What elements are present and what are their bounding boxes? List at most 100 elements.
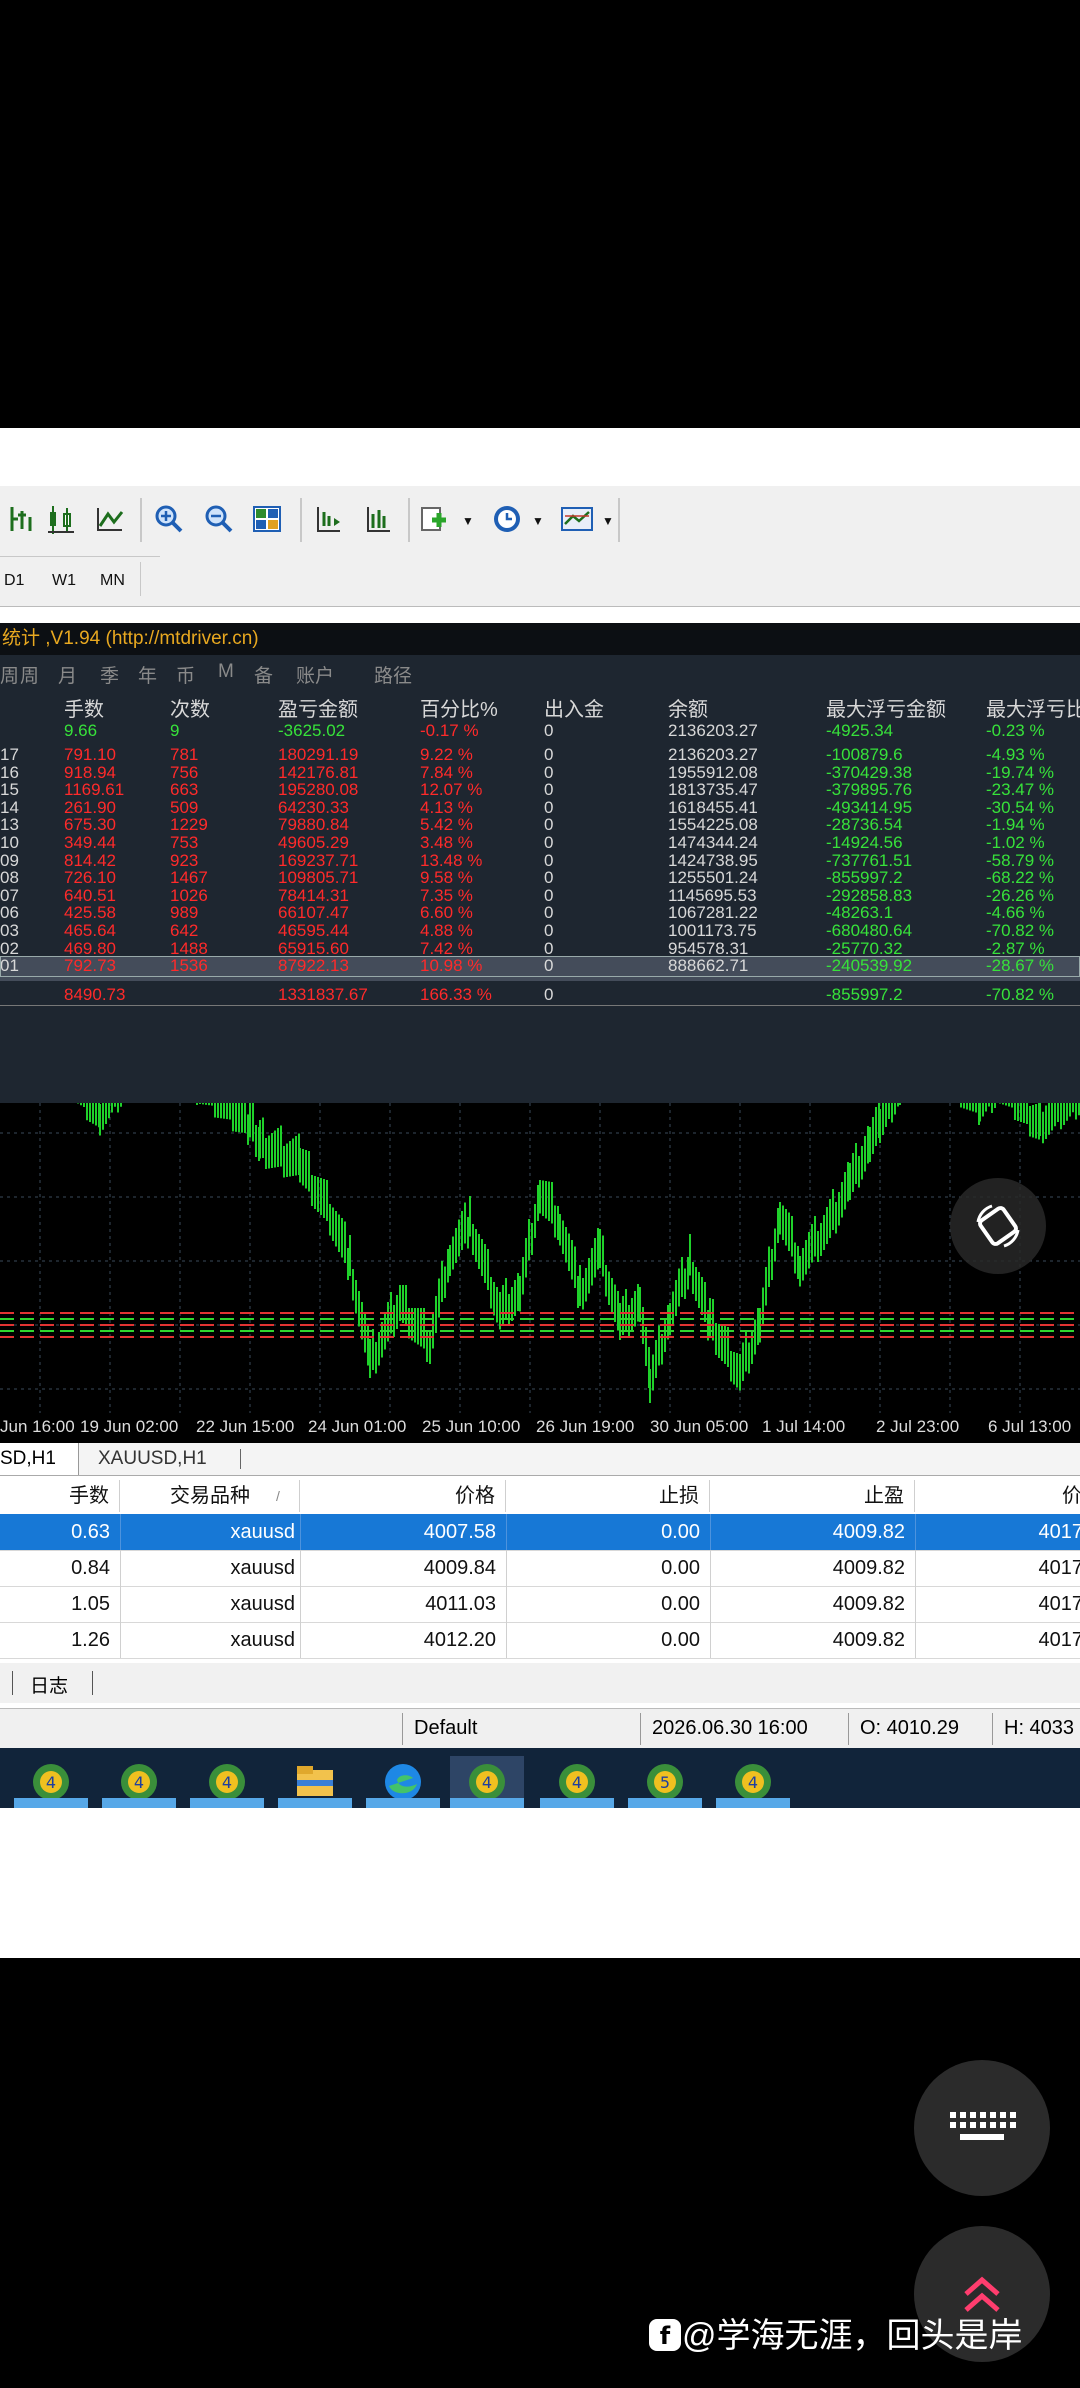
col-current[interactable]: 价 xyxy=(915,1480,1080,1512)
candlestick-icon[interactable] xyxy=(40,500,82,538)
stats-header: 盈亏金额 xyxy=(278,699,358,721)
col-lots[interactable]: 手数 xyxy=(0,1480,120,1512)
taskbar-mt4-5[interactable]: 4 xyxy=(716,1756,790,1808)
taskbar-mt4-2[interactable]: 4 xyxy=(102,1756,176,1808)
taskbar-mt4-active[interactable]: 4 xyxy=(450,1756,524,1808)
time-axis-label: 26 Jun 19:00 xyxy=(536,1417,635,1436)
tab-quarter[interactable]: 季 xyxy=(100,661,119,688)
order-cell-cur: 4017 xyxy=(1038,1629,1080,1651)
col-symbol[interactable]: 交易品种 / xyxy=(120,1480,300,1512)
line-chart-icon[interactable] xyxy=(88,500,130,538)
svg-text:5: 5 xyxy=(660,1773,670,1792)
status-high: H: 4033 xyxy=(1004,1717,1075,1739)
svg-text:4: 4 xyxy=(222,1773,232,1792)
stats-cell-pct: 166.33 % xyxy=(420,985,492,1004)
toolbar: ▼ ▼ ▼ D1 W1 MN xyxy=(0,486,1080,607)
taskbar-file-explorer[interactable] xyxy=(278,1756,352,1808)
stats-row[interactable]: 9.66 9 -3625.02 -0.17 % 0 2136203.27 -4925.34 -… xyxy=(0,721,1080,746)
templates-icon[interactable] xyxy=(556,500,598,538)
chart-tab-active[interactable]: SD,H1 xyxy=(0,1443,79,1475)
zoom-out-icon[interactable] xyxy=(198,500,240,538)
order-cell-symbol: xauusd xyxy=(230,1557,296,1579)
periodicity-clock-icon[interactable] xyxy=(486,500,528,538)
order-row[interactable]: 1.26 xauusd 4012.20 0.00 4009.82 4017 xyxy=(0,1622,1080,1659)
time-axis-label: 30 Jun 05:00 xyxy=(650,1417,749,1436)
zoom-in-icon[interactable] xyxy=(148,500,190,538)
tab-year[interactable]: 年 xyxy=(138,661,157,688)
tab-account[interactable]: 账户 xyxy=(296,661,334,688)
order-cell-lots: 0.84 xyxy=(71,1557,110,1579)
order-cell-price: 4007.58 xyxy=(423,1521,496,1543)
order-cell-cur: 4017 xyxy=(1038,1593,1080,1615)
stats-header: 最大浮亏比 xyxy=(986,699,1080,721)
stats-cell-profit: -3625.02 xyxy=(278,721,346,740)
dropdown-arrow-icon[interactable]: ▼ xyxy=(532,514,544,528)
status-open: O: 4010.29 xyxy=(860,1717,959,1739)
svg-text:4: 4 xyxy=(748,1773,758,1792)
tab-month[interactable]: 月 xyxy=(58,661,77,688)
stats-cell-lots: 9.66 xyxy=(64,721,98,740)
stats-header: 出入金 xyxy=(544,699,604,721)
order-cell-cur: 4017 xyxy=(1038,1521,1080,1543)
app-logo-icon: f xyxy=(649,2319,681,2351)
time-axis: Jun 16:00 19 Jun 02:00 22 Jun 15:00 24 Jun … xyxy=(0,1413,1080,1443)
tab-currency[interactable]: 币 xyxy=(176,661,195,688)
taskbar-edge[interactable] xyxy=(366,1756,440,1808)
taskbar-mt4-4[interactable]: 4 xyxy=(540,1756,614,1808)
stats-row[interactable]: 8490.73 1331837.67 166.33 % 0 -855997.2 -70.8… xyxy=(0,985,1080,1010)
tab-journal[interactable]: 日志 xyxy=(30,1671,68,1698)
indicators-icon[interactable] xyxy=(416,500,458,538)
chart-shift-icon[interactable] xyxy=(306,500,348,538)
col-tp[interactable]: 止盈 xyxy=(710,1480,915,1512)
stats-cell-maxdd: -4925.34 xyxy=(826,721,894,740)
period-mn[interactable]: MN xyxy=(100,572,125,590)
order-row[interactable]: 0.84 xauusd 4009.84 0.00 4009.82 4017 xyxy=(0,1550,1080,1587)
col-sl[interactable]: 止损 xyxy=(506,1480,710,1512)
svg-text:4: 4 xyxy=(46,1773,56,1792)
chart-tabs: SD,H1 XAUUSD,H1 xyxy=(0,1443,1080,1476)
stats-cell-inout: 0 xyxy=(544,985,554,1004)
tile-windows-icon[interactable] xyxy=(246,500,288,538)
period-d1[interactable]: D1 xyxy=(4,572,24,590)
order-row[interactable]: 1.05 xauusd 4011.03 0.00 4009.82 4017 xyxy=(0,1586,1080,1623)
stats-cell-count: 9 xyxy=(170,721,180,740)
bar-chart-icon[interactable] xyxy=(0,500,42,538)
keyboard-icon[interactable] xyxy=(914,2060,1050,2196)
stats-cell-maxddpct: -0.23 % xyxy=(986,721,1045,740)
autoscroll-icon[interactable] xyxy=(356,500,398,538)
order-cell-price: 4009.84 xyxy=(423,1557,496,1579)
orders-table: 手数 交易品种 / 价格 止损 止盈 价 0.63 xauusd 4007.58 0.0… xyxy=(0,1480,1080,1659)
order-cell-lots: 1.05 xyxy=(71,1593,110,1615)
taskbar-mt4-3[interactable]: 4 xyxy=(190,1756,264,1808)
dropdown-arrow-icon[interactable]: ▼ xyxy=(602,514,614,528)
taskbar-mt4-1[interactable]: 4 xyxy=(14,1756,88,1808)
taskbar-mt5[interactable]: 5 xyxy=(628,1756,702,1808)
chart-tab-label: SD,H1 xyxy=(0,1448,56,1469)
stats-header: 余额 xyxy=(668,699,708,721)
order-cell-symbol: xauusd xyxy=(230,1521,296,1543)
time-axis-label: Jun 16:00 xyxy=(0,1417,75,1436)
status-bar: Default 2026.06.30 16:00 O: 4010.29 H: 4… xyxy=(0,1708,1080,1749)
windows-taskbar: 4 4 4 4 4 5 4 xyxy=(0,1748,1080,1808)
chart-tab-xauusd[interactable]: XAUUSD,H1 xyxy=(98,1443,207,1475)
tab-week[interactable]: 周 xyxy=(20,661,39,688)
tab-week[interactable]: 周 xyxy=(0,661,19,688)
price-chart xyxy=(0,1103,1080,1413)
tab-m[interactable]: M xyxy=(218,661,234,683)
order-row[interactable]: 0.63 xauusd 4007.58 0.00 4009.82 4017 xyxy=(0,1514,1080,1551)
col-price[interactable]: 价格 xyxy=(300,1480,506,1512)
order-cell-lots: 0.63 xyxy=(71,1521,110,1543)
period-w1[interactable]: W1 xyxy=(52,572,76,590)
tab-notes[interactable]: 备 xyxy=(254,661,273,688)
stats-header: 次数 xyxy=(170,699,210,721)
watermark-text: @学海无涯，回头是岸 xyxy=(682,2317,1023,2355)
rotate-screen-icon[interactable] xyxy=(950,1178,1046,1274)
statistics-panel: 统计 ,V1.94 (http://mtdriver.cn) 周 周 月 季 年… xyxy=(0,623,1080,1103)
order-cell-price: 4012.20 xyxy=(423,1629,496,1651)
svg-text:4: 4 xyxy=(134,1773,144,1792)
stats-cell-inout: 0 xyxy=(544,721,554,740)
dropdown-arrow-icon[interactable]: ▼ xyxy=(462,514,474,528)
order-cell-lots: 1.26 xyxy=(71,1629,110,1651)
tab-path[interactable]: 路径 xyxy=(374,661,412,688)
stats-cell-maxddpct: -70.82 % xyxy=(986,985,1055,1004)
